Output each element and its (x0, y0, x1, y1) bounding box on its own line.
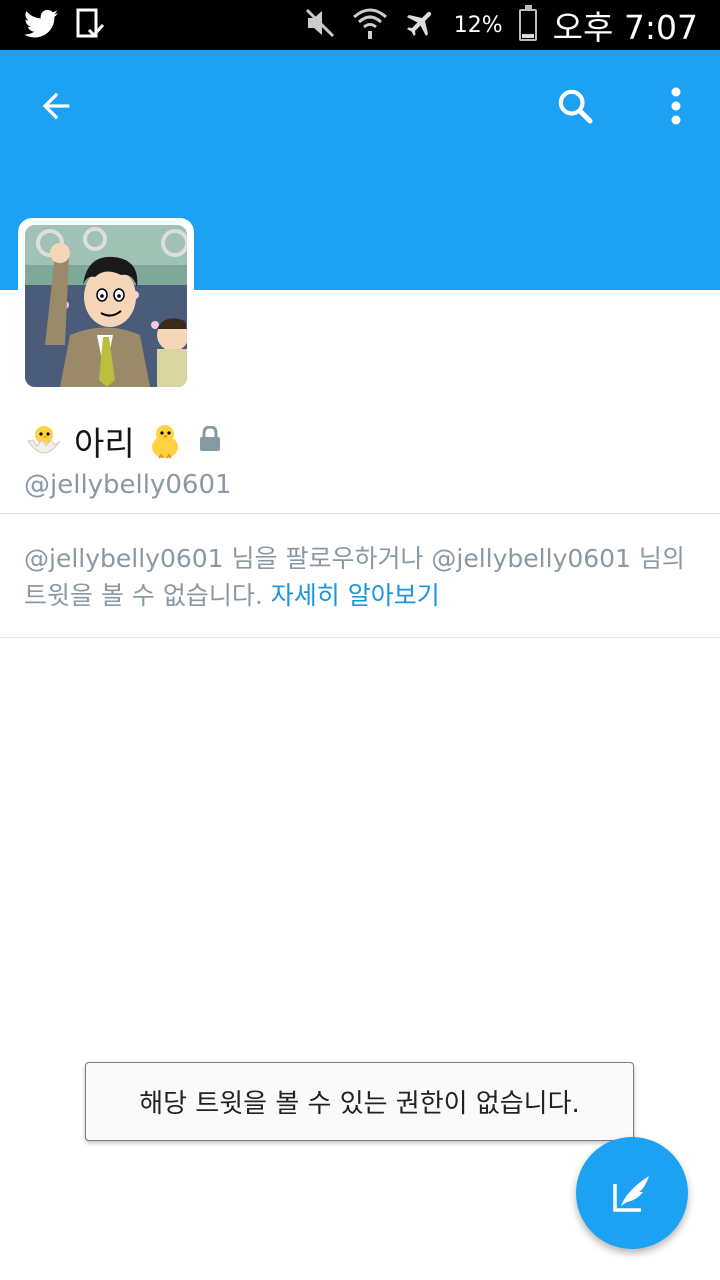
download-check-icon (76, 8, 105, 44)
learn-more-link[interactable]: 자세히 알아보기 (271, 581, 440, 610)
protected-account-message: @jellybelly0601 님을 팔로우하거나 @jellybelly060… (24, 540, 704, 614)
divider (0, 637, 720, 638)
front-facing-chick-icon (145, 421, 185, 461)
airplane-icon (404, 6, 438, 44)
avatar-image (25, 225, 187, 387)
protected-message-text: 트윗을 볼 수 없습니다. (24, 581, 271, 610)
handle: @jellybelly0601 (24, 470, 232, 500)
screen: 12% 오후 7:07 아리 @jellybelly0601 @jellybel… (0, 0, 720, 1280)
more-vertical-icon (671, 87, 681, 125)
mute-icon (304, 7, 336, 43)
display-name: 아리 (74, 424, 135, 463)
search-button[interactable] (545, 76, 605, 136)
back-button[interactable] (26, 76, 86, 136)
battery-icon (518, 5, 537, 41)
hatching-chick-icon (24, 421, 64, 461)
more-options-button[interactable] (646, 76, 706, 136)
toast-message: 해당 트윗을 볼 수 있는 권한이 없습니다. (85, 1062, 634, 1141)
compose-tweet-icon (613, 1176, 649, 1212)
status-bar: 12% 오후 7:07 (0, 0, 720, 50)
protected-lock-icon (199, 425, 221, 456)
twitter-icon (24, 9, 58, 43)
search-icon (558, 89, 593, 124)
protected-message-line1: @jellybelly0601 님을 팔로우하거나 @jellybelly060… (24, 544, 685, 573)
clock: 오후 7:07 (552, 8, 698, 47)
protected-message-line2: 트윗을 볼 수 없습니다. 자세히 알아보기 (24, 577, 704, 614)
display-name-row: 아리 (24, 416, 221, 466)
battery-percent: 12% (453, 12, 503, 38)
wifi-icon (352, 5, 388, 45)
divider (0, 513, 720, 514)
profile-avatar[interactable] (18, 218, 194, 394)
back-arrow-icon (42, 92, 70, 120)
compose-tweet-button[interactable] (576, 1137, 688, 1249)
